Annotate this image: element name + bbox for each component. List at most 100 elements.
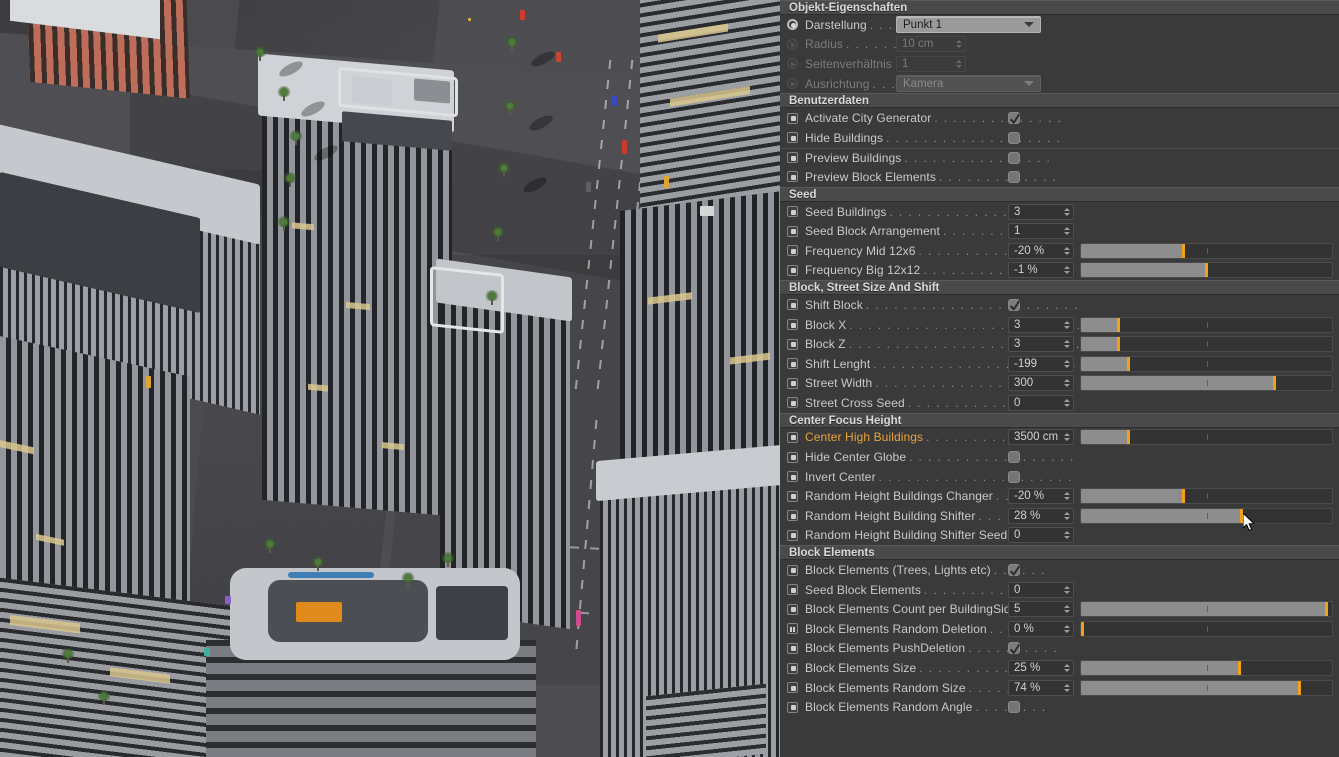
darstellung-dropdown[interactable]: Punkt 1 <box>896 16 1041 34</box>
spinner-icon[interactable] <box>1061 430 1073 444</box>
numeric-field[interactable]: 0 <box>1008 581 1074 598</box>
viewport-3d-city-render[interactable] <box>0 0 780 757</box>
animation-track-icon[interactable] <box>787 642 798 654</box>
parameter-row[interactable]: Center High Buildings. . . . . . . . . .… <box>780 428 1339 448</box>
animation-track-icon[interactable] <box>787 682 798 694</box>
parameter-row[interactable]: Block Elements (Trees, Lights etc). . . … <box>780 560 1339 580</box>
slider-handle[interactable] <box>1240 508 1244 523</box>
row-darstellung[interactable]: Darstellung . . . Punkt 1 <box>780 15 1339 35</box>
numeric-field[interactable]: 0 <box>1008 394 1074 411</box>
animation-track-icon[interactable] <box>787 225 798 237</box>
parameter-row[interactable]: Preview Block Elements. . . . . . . . . … <box>780 167 1339 187</box>
slider-handle[interactable] <box>1325 602 1329 617</box>
slider-track[interactable] <box>1080 601 1333 618</box>
spinner-icon[interactable] <box>1061 509 1073 523</box>
spinner-icon[interactable] <box>1061 528 1073 542</box>
animation-track-icon[interactable] <box>787 564 798 576</box>
spinner-icon[interactable] <box>1061 318 1073 332</box>
slider-track[interactable] <box>1080 429 1333 446</box>
numeric-field[interactable]: 0 <box>1008 527 1074 544</box>
numeric-field[interactable]: 28 % <box>1008 507 1074 524</box>
numeric-field[interactable]: 1 <box>1008 223 1074 240</box>
checkbox-unchecked[interactable] <box>1008 701 1020 714</box>
spinner-icon[interactable] <box>1061 681 1073 695</box>
numeric-field[interactable]: 74 % <box>1008 679 1074 696</box>
parameter-row[interactable]: Block X. . . . . . . . . . . . . . . . .… <box>780 315 1339 335</box>
animation-track-icon[interactable] <box>787 152 798 164</box>
checkbox-unchecked[interactable] <box>1008 451 1020 464</box>
numeric-field[interactable]: -199 <box>1008 355 1074 372</box>
slider-track[interactable] <box>1080 620 1333 637</box>
spinner-icon[interactable] <box>1061 244 1073 258</box>
row-ausrichtung[interactable]: Ausrichtung . . . Kamera <box>780 74 1339 94</box>
numeric-field[interactable]: 3 <box>1008 336 1074 353</box>
track-ring-icon[interactable] <box>787 19 798 31</box>
slider-handle[interactable] <box>1237 661 1241 676</box>
animation-track-icon[interactable] <box>787 132 798 144</box>
parameter-row[interactable]: Street Width. . . . . . . . . . . . . . … <box>780 374 1339 394</box>
animation-track-icon[interactable] <box>787 490 798 502</box>
slider-track[interactable] <box>1080 375 1333 392</box>
spinner-icon[interactable] <box>1061 205 1073 219</box>
aspect-ratio-field[interactable]: 1 <box>896 55 966 72</box>
slider-track[interactable] <box>1080 316 1333 333</box>
checkbox-checked[interactable] <box>1008 112 1020 125</box>
row-seitenverhaeltnis[interactable]: Seitenverhältnis 1 <box>780 54 1339 74</box>
parameter-row[interactable]: Block Elements Random Deletion. . . . . … <box>780 619 1339 639</box>
spinner-icon[interactable] <box>1061 622 1073 636</box>
checkbox-checked[interactable] <box>1008 298 1020 311</box>
animation-track-icon[interactable] <box>787 299 798 311</box>
slider-track[interactable] <box>1080 262 1333 279</box>
parameter-row[interactable]: Frequency Mid 12x6. . . . . . . . . . . … <box>780 241 1339 261</box>
parameter-row[interactable]: Shift Lenght. . . . . . . . . . . . . . … <box>780 354 1339 374</box>
animation-track-icon[interactable] <box>787 397 798 409</box>
parameter-row[interactable]: Hide Center Globe. . . . . . . . . . . .… <box>780 447 1339 467</box>
spinner-icon[interactable] <box>1061 337 1073 351</box>
spinner-icon[interactable] <box>1061 396 1073 410</box>
parameter-row[interactable]: Random Height Building Shifter Seed 0 <box>780 526 1339 546</box>
slider-track[interactable] <box>1080 355 1333 372</box>
parameter-row[interactable]: Shift Block. . . . . . . . . . . . . . .… <box>780 295 1339 315</box>
checkbox-unchecked[interactable] <box>1008 170 1020 183</box>
animation-track-icon[interactable] <box>787 377 798 389</box>
animation-track-icon[interactable] <box>787 206 798 218</box>
parameter-row[interactable]: Preview Buildings. . . . . . . . . . . .… <box>780 147 1339 168</box>
parameter-row[interactable]: Seed Block Arrangement. . . . . . . . . … <box>780 221 1339 241</box>
parameter-row[interactable]: Hide Buildings. . . . . . . . . . . . . … <box>780 128 1339 148</box>
slider-track[interactable] <box>1080 679 1333 696</box>
slider-handle[interactable] <box>1182 243 1186 258</box>
row-radius[interactable]: Radius . . . . . . . . 10 cm <box>780 35 1339 55</box>
parameter-row[interactable]: Block Elements Size. . . . . . . . . . .… <box>780 658 1339 678</box>
checkbox-checked[interactable] <box>1008 564 1020 577</box>
animation-track-icon[interactable] <box>787 171 798 183</box>
animation-track-icon[interactable] <box>787 471 798 483</box>
animation-track-icon[interactable] <box>787 510 798 522</box>
slider-track[interactable] <box>1080 336 1333 353</box>
slider-track[interactable] <box>1080 242 1333 259</box>
slider-handle[interactable] <box>1127 430 1131 445</box>
checkbox-unchecked[interactable] <box>1008 470 1020 483</box>
animation-track-icon[interactable] <box>787 584 798 596</box>
numeric-field[interactable]: 0 % <box>1008 620 1074 637</box>
parameter-row[interactable]: Block Elements Random Angle. . . . . . .… <box>780 697 1339 717</box>
checkbox-unchecked[interactable] <box>1008 151 1020 164</box>
slider-handle[interactable] <box>1117 317 1121 332</box>
spinner-icon[interactable] <box>953 37 965 51</box>
checkbox-checked[interactable] <box>1008 642 1020 655</box>
spinner-icon[interactable] <box>1061 263 1073 277</box>
animation-track-icon[interactable] <box>787 264 798 276</box>
spinner-icon[interactable] <box>1061 224 1073 238</box>
parameter-row[interactable]: Invert Center. . . . . . . . . . . . . .… <box>780 467 1339 487</box>
parameter-row[interactable]: Block Z. . . . . . . . . . . . . . . . .… <box>780 334 1339 354</box>
parameter-row[interactable]: Frequency Big 12x12. . . . . . . . . . .… <box>780 261 1339 281</box>
parameter-row[interactable]: Random Height Buildings Changer. . . .-2… <box>780 486 1339 506</box>
animation-track-icon[interactable] <box>787 245 798 257</box>
animation-track-icon[interactable] <box>787 319 798 331</box>
slider-track[interactable] <box>1080 660 1333 677</box>
parameter-row[interactable]: Seed Block Elements. . . . . . . . . . .… <box>780 580 1339 600</box>
slider-track[interactable] <box>1080 488 1333 505</box>
animation-track-icon[interactable] <box>787 662 798 674</box>
spinner-icon[interactable] <box>1061 661 1073 675</box>
animation-track-icon[interactable] <box>787 112 798 124</box>
parameter-row[interactable]: Block Elements PushDeletion. . . . . . .… <box>780 639 1339 659</box>
